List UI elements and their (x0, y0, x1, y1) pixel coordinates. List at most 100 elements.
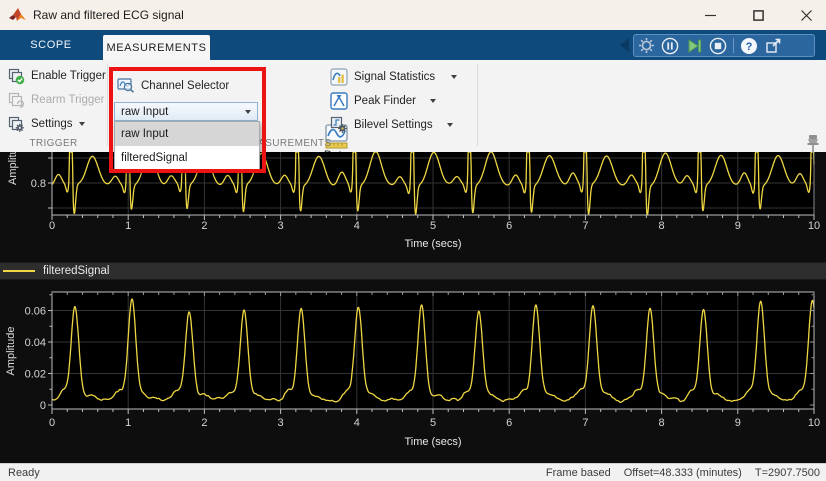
rearm-trigger-label: Rearm Trigger (31, 94, 105, 106)
gear-scope-icon (638, 37, 655, 54)
status-time: T=2907.7500 (755, 467, 820, 479)
legend-line-sample (3, 270, 35, 272)
svg-text:7: 7 (582, 220, 588, 232)
svg-text:5: 5 (430, 220, 436, 232)
rearm-trigger-button: Rearm Trigger (8, 91, 105, 109)
svg-text:4: 4 (354, 220, 360, 232)
svg-text:1: 1 (125, 417, 131, 429)
svg-text:10: 10 (808, 220, 820, 232)
popout-icon (765, 37, 782, 54)
title-bar: Raw and filtered ECG signal (0, 0, 826, 30)
matlab-logo-icon (9, 8, 26, 23)
playback-divider (733, 38, 734, 53)
svg-text:9: 9 (735, 417, 741, 429)
stop-icon (709, 37, 727, 55)
channel-selector-label: Channel Selector (141, 80, 229, 92)
section-divider (107, 64, 108, 146)
signal-statistics-caret (451, 75, 457, 79)
popout-button[interactable] (761, 35, 785, 56)
close-button[interactable] (784, 0, 826, 30)
svg-text:Amplitude: Amplitude (7, 152, 19, 185)
channel-selector-dropdown: raw Input filteredSignal (114, 121, 260, 171)
help-button[interactable]: ? (737, 35, 761, 56)
minimize-button[interactable] (688, 0, 732, 30)
svg-text:1: 1 (125, 220, 131, 232)
collapse-toolstrip-icon[interactable] (620, 38, 629, 52)
pause-button[interactable] (658, 35, 682, 56)
scope-window: Raw and filtered ECG signal SCOPE MEASUR… (0, 0, 826, 481)
svg-text:0: 0 (40, 400, 46, 412)
svg-text:0: 0 (49, 220, 55, 232)
playback-controls: ? (633, 34, 815, 57)
legend-item-filteredSignal[interactable]: filteredSignal (43, 265, 109, 277)
window-title: Raw and filtered ECG signal (33, 8, 184, 22)
svg-text:9: 9 (735, 220, 741, 232)
settings-dropdown-caret (79, 122, 85, 126)
help-icon: ? (740, 37, 758, 55)
bilevel-settings-caret (447, 123, 453, 127)
step-forward-button[interactable] (682, 35, 706, 56)
channel-selector-header: Channel Selector (117, 78, 229, 93)
svg-text:0.02: 0.02 (25, 369, 46, 381)
legend-bar: filteredSignal (0, 262, 826, 280)
svg-text:?: ? (746, 41, 753, 53)
maximize-button[interactable] (736, 0, 780, 30)
status-bar: Ready Frame based Offset=48.333 (minutes… (0, 463, 826, 481)
signal-statistics-icon (330, 68, 348, 86)
svg-text:2: 2 (201, 220, 207, 232)
enable-trigger-label: Enable Trigger (31, 70, 106, 82)
bilevel-settings-icon (330, 116, 348, 134)
settings-label: Settings (31, 118, 73, 130)
svg-text:0.8: 0.8 (31, 178, 46, 190)
peak-finder-icon (330, 92, 348, 110)
trigger-section-label: TRIGGER (0, 138, 107, 149)
scope-display: 0123456789100.8Time (secs)Amplitude filt… (0, 152, 826, 463)
enable-trigger-icon (8, 68, 25, 85)
signal-statistics-button[interactable]: Signal Statistics (330, 68, 457, 86)
dropdown-option-raw-input[interactable]: raw Input (115, 122, 259, 146)
svg-text:Time (secs): Time (secs) (404, 436, 461, 448)
channel-selector-icon (117, 78, 135, 93)
bilevel-settings-button[interactable]: Bilevel Settings (330, 116, 453, 134)
tab-scope[interactable]: SCOPE (14, 30, 88, 60)
filtered-signal-plot[interactable]: 0 1 2 3 4 5 6 7 8 9 10 0 0.02 0.04 0.06 Time (secs) Ampl… (0, 285, 826, 455)
svg-text:0.06: 0.06 (25, 306, 46, 318)
svg-text:0.04: 0.04 (25, 337, 46, 349)
svg-text:5: 5 (430, 417, 436, 429)
dropdown-option-filtered-signal[interactable]: filteredSignal (115, 146, 259, 170)
svg-text:7: 7 (582, 417, 588, 429)
svg-text:10: 10 (808, 417, 820, 429)
svg-text:2: 2 (201, 417, 207, 429)
svg-text:8: 8 (659, 220, 665, 232)
pushpin-icon[interactable] (805, 134, 821, 153)
signal-statistics-label: Signal Statistics (354, 71, 435, 83)
stop-button[interactable] (706, 35, 730, 56)
status-ready: Ready (8, 467, 40, 479)
svg-text:Time (secs): Time (secs) (404, 238, 461, 250)
settings-button[interactable]: Settings (8, 115, 85, 133)
svg-text:0: 0 (49, 417, 55, 429)
channel-selector-combobox[interactable]: raw Input (114, 102, 258, 121)
svg-text:8: 8 (659, 417, 665, 429)
pause-icon (661, 37, 679, 55)
status-frame-based: Frame based (546, 467, 611, 479)
status-offset: Offset=48.333 (minutes) (624, 467, 742, 479)
rearm-trigger-icon (8, 92, 25, 109)
svg-text:3: 3 (278, 417, 284, 429)
peak-finder-caret (430, 99, 436, 103)
channel-selector-value: raw Input (121, 106, 168, 118)
bilevel-settings-label: Bilevel Settings (354, 119, 433, 131)
tab-measurements[interactable]: MEASUREMENTS (103, 35, 210, 60)
section-divider-2 (477, 64, 478, 146)
simulation-settings-button[interactable] (634, 35, 658, 56)
peak-finder-button[interactable]: Peak Finder (330, 92, 436, 110)
svg-text:Amplitude: Amplitude (5, 327, 17, 376)
settings-gear-icon (8, 116, 25, 133)
tab-strip: SCOPE MEASUREMENTS (0, 30, 826, 60)
svg-text:6: 6 (506, 417, 512, 429)
enable-trigger-button[interactable]: Enable Trigger (8, 67, 106, 85)
svg-text:4: 4 (354, 417, 360, 429)
peak-finder-label: Peak Finder (354, 95, 416, 107)
combobox-caret-icon (245, 110, 251, 114)
svg-text:3: 3 (278, 220, 284, 232)
